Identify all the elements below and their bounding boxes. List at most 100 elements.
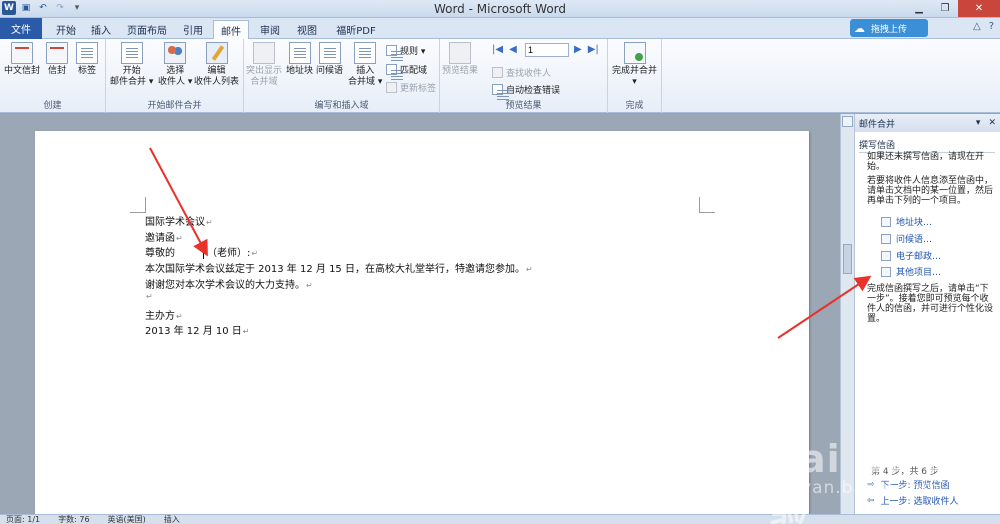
title-bar: W ▣ ↶ ↷ ▾ Word - Microsoft Word ▁ ❐ ✕ — [0, 0, 1000, 18]
envelope-button[interactable]: 信封 — [46, 42, 68, 77]
restore-button[interactable]: ❐ — [932, 0, 958, 17]
last-record-icon[interactable]: ▶| — [588, 44, 599, 55]
edit-list-icon — [205, 42, 228, 64]
envelope-icon — [46, 42, 68, 64]
group-start-mail-merge: 开始 邮件合并 ▾ 选择 收件人 ▾ 编辑 收件人列表 开始邮件合并 — [106, 39, 244, 113]
upload-button[interactable]: ☁ 拖拽上传 — [850, 19, 928, 37]
window-controls: ▁ ❐ ✕ — [906, 0, 1000, 17]
outro-text: 完成信函撰写之后，请单击“下一步”。接着您即可预览每个收件人的信函，并可进行个性… — [867, 284, 994, 324]
auto-check-errors-button[interactable]: 自动检查错误 — [492, 83, 560, 100]
next-record-icon[interactable]: ▶ — [574, 44, 582, 55]
match-fields-icon — [386, 64, 403, 80]
cloud-icon: ☁ — [854, 21, 865, 35]
window-title: Word - Microsoft Word — [433, 2, 567, 16]
tab-page-layout[interactable]: 页面布局 — [122, 20, 172, 39]
word-count[interactable]: 字数: 76 — [58, 514, 89, 524]
group-label-start-mail-merge: 开始邮件合并 — [147, 101, 202, 111]
rules-button[interactable]: 规则 ▾ — [386, 44, 425, 61]
first-record-icon[interactable]: |◀ — [492, 44, 503, 55]
doc-line[interactable]: 邀请函↵ — [145, 229, 183, 244]
insert-mode[interactable]: 插入 — [164, 514, 180, 524]
ribbon-right-controls: △ ? — [973, 21, 994, 32]
previous-record-icon[interactable]: ◀ — [509, 44, 517, 55]
intro-text: 如果还未撰写信函，请现在开始。 — [867, 152, 985, 172]
help-icon[interactable]: ? — [989, 21, 994, 32]
finish-merge-button[interactable]: 完成并合并 ▾ — [612, 42, 657, 88]
page-count[interactable]: 页面: 1/1 — [6, 514, 40, 524]
greeting-line-button[interactable]: 问候语 — [316, 42, 343, 77]
insert-field-icon — [354, 42, 377, 64]
paragraph-mark: ↵ — [206, 218, 213, 227]
paragraph-mark: ↵ — [176, 234, 183, 243]
paragraph-mark: ↵ — [242, 327, 250, 336]
labels-icon — [76, 42, 98, 64]
postage-icon — [881, 250, 891, 261]
chinese-envelope-button[interactable]: 中文信封 — [4, 42, 40, 77]
preview-icon — [449, 42, 471, 64]
minimize-ribbon-icon[interactable]: △ — [973, 21, 981, 32]
insert-merge-field-button[interactable]: 插入 合并域 ▾ — [348, 42, 382, 88]
paragraph-mark: ↵ — [176, 312, 183, 321]
highlight-merge-fields-button[interactable]: 突出显示 合并域 — [246, 42, 282, 88]
edit-recipient-list-button[interactable]: 编辑 收件人列表 — [194, 42, 239, 88]
margin-corner-mark — [130, 197, 146, 213]
group-write-insert-fields: 突出显示 合并域 地址块 问候语 插入 合并域 ▾ 规则 ▾ 匹配域 更新标签 … — [244, 39, 440, 113]
ribbon-tabs: 文件 开始 插入 页面布局 引用 邮件 审阅 视图 福昕PDF ☁ 拖拽上传 △… — [0, 18, 1000, 40]
more-items-icon — [881, 266, 891, 277]
doc-line[interactable]: 2013 年 12 月 10 日↵ — [145, 322, 250, 337]
baidu-jingyan-watermark: Bai du 经验 jingyan.baidu.com — [760, 420, 1000, 524]
group-create: 中文信封 信封 标签 创建 — [0, 39, 106, 113]
watermark-url: jingyan.baidu.com — [766, 478, 940, 498]
address-block-link[interactable]: 地址块… — [881, 215, 932, 228]
find-icon — [492, 67, 503, 78]
tab-view[interactable]: 视图 — [292, 20, 322, 39]
electronic-postage-link[interactable]: 电子邮政… — [881, 249, 941, 262]
update-labels-icon — [386, 82, 397, 93]
instruction-text: 若要将收件人信息添至信函中，请单击文档中的某一位置，然后再单击下列的一个项目。 — [867, 176, 994, 206]
section-heading: 撰写信函 — [859, 138, 995, 153]
select-recipients-button[interactable]: 选择 收件人 ▾ — [158, 42, 192, 88]
tab-file[interactable]: 文件 — [0, 18, 42, 39]
group-label-write-insert: 编写和插入域 — [314, 101, 369, 111]
margin-corner-mark — [699, 197, 715, 213]
task-pane-title: 邮件合并 — [859, 119, 896, 130]
group-finish: 完成并合并 ▾ 完成 — [608, 39, 662, 113]
tab-insert[interactable]: 插入 — [86, 20, 116, 39]
text-cursor — [203, 247, 204, 259]
group-preview-results: 预览结果 |◀ ◀ ▶ ▶| 查找收件人 自动检查错误 预览结果 — [440, 39, 608, 113]
address-block-button[interactable]: 地址块 — [286, 42, 313, 77]
doc-line[interactable]: 尊敬的 （老师）:↵ — [145, 244, 258, 259]
document-page[interactable]: 国际学术会议↵ 邀请函↵ 尊敬的 （老师）:↵ 本次国际学术会议兹定于 2013 … — [35, 131, 809, 514]
start-mail-merge-button[interactable]: 开始 邮件合并 ▾ — [110, 42, 153, 88]
tab-references[interactable]: 引用 — [178, 20, 208, 39]
find-recipient-button[interactable]: 查找收件人 — [492, 66, 551, 79]
language-indicator[interactable]: 英语(美国) — [108, 514, 146, 524]
tab-mailings[interactable]: 邮件 — [213, 20, 249, 40]
minimize-button[interactable]: ▁ — [906, 0, 932, 17]
doc-line[interactable]: 本次国际学术会议兹定于 2013 年 12 月 15 日，在高校大礼堂举行，特邀… — [145, 260, 533, 275]
task-pane-header: 邮件合并 ▾ ✕ — [855, 114, 1000, 132]
ruler-toggle-icon[interactable] — [842, 116, 853, 127]
doc-line[interactable]: 谢谢您对本次学术会议的大力支持。↵ — [145, 276, 313, 291]
update-labels-button[interactable]: 更新标签 — [386, 81, 436, 94]
labels-button[interactable]: 标签 — [76, 42, 98, 77]
rules-icon — [386, 45, 403, 61]
pane-close-icon[interactable]: ✕ — [988, 118, 996, 128]
doc-line[interactable]: ↵ — [145, 291, 153, 302]
recipients-icon — [164, 42, 187, 64]
more-items-link[interactable]: 其他项目… — [881, 265, 941, 278]
pane-options-icon[interactable]: ▾ — [976, 118, 981, 128]
tab-home[interactable]: 开始 — [50, 20, 82, 39]
greeting-line-link[interactable]: 问候语… — [881, 232, 932, 245]
tab-review[interactable]: 审阅 — [255, 20, 285, 39]
doc-line[interactable]: 主办方↵ — [145, 307, 183, 322]
doc-line[interactable]: 国际学术会议↵ — [145, 213, 213, 228]
ribbon: 中文信封 信封 标签 创建 开始 邮件合并 ▾ 选择 收件人 ▾ 编辑 收件人列… — [0, 39, 1000, 113]
group-label-create: 创建 — [43, 101, 62, 111]
preview-results-button[interactable]: 预览结果 — [442, 42, 478, 77]
match-fields-button[interactable]: 匹配域 — [386, 63, 427, 80]
record-number-input[interactable] — [525, 43, 569, 57]
scrollbar-thumb[interactable] — [843, 244, 852, 274]
tab-foxit-pdf[interactable]: 福昕PDF — [330, 20, 382, 39]
close-button[interactable]: ✕ — [958, 0, 1000, 17]
